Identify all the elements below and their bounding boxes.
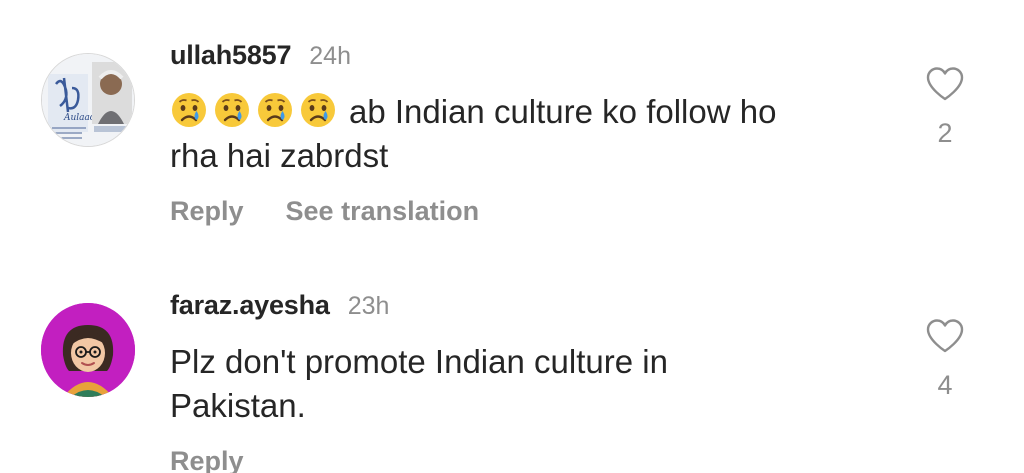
comment-text-line: rha hai zabrdst — [170, 137, 389, 174]
comment-text-line: Plz don't promote Indian culture in — [170, 343, 668, 380]
heart-icon[interactable] — [920, 66, 970, 102]
crying-face-icon — [170, 91, 208, 129]
like-count: 2 — [937, 118, 953, 148]
comment-timestamp: 24h — [309, 42, 351, 70]
heart-icon[interactable] — [920, 318, 970, 354]
comment-text-line: Pakistan. — [170, 387, 306, 424]
comment-username[interactable]: faraz.ayesha — [170, 290, 330, 321]
comment-meta: faraz.ayesha 23h — [170, 290, 389, 321]
crying-face-icon — [256, 91, 294, 129]
comment-timestamp: 23h — [347, 292, 390, 320]
comment-actions: Reply See translation — [170, 196, 479, 227]
like-area: 4 — [920, 318, 970, 401]
emoji-group — [170, 91, 337, 129]
see-translation-button[interactable]: See translation — [286, 196, 480, 227]
comment-actions: Reply — [170, 446, 244, 473]
reply-button[interactable]: Reply — [170, 196, 244, 227]
crying-face-icon — [213, 91, 251, 129]
comment-text: ab Indian culture ko follow ho rha hai z… — [170, 90, 870, 178]
comment-item: Aulaad ullah5857 24h ab Indian culture k… — [0, 0, 1024, 250]
svg-text:Aulaad: Aulaad — [63, 113, 96, 123]
reply-button[interactable]: Reply — [170, 446, 244, 473]
like-area: 2 — [920, 66, 970, 149]
crying-face-icon — [299, 91, 337, 129]
comment-text: Plz don't promote Indian culture in Paki… — [170, 340, 870, 428]
comment-item: faraz.ayesha 23h Plz don't promote India… — [0, 250, 1024, 473]
avatar[interactable] — [41, 303, 135, 397]
comment-meta: ullah5857 24h — [170, 40, 351, 71]
comments-list: Aulaad ullah5857 24h ab Indian culture k… — [0, 0, 1024, 473]
like-count: 4 — [937, 370, 953, 400]
avatar[interactable]: Aulaad — [41, 53, 135, 147]
comment-text-line: ab Indian culture ko follow ho — [349, 93, 777, 130]
comment-username[interactable]: ullah5857 — [170, 40, 291, 71]
